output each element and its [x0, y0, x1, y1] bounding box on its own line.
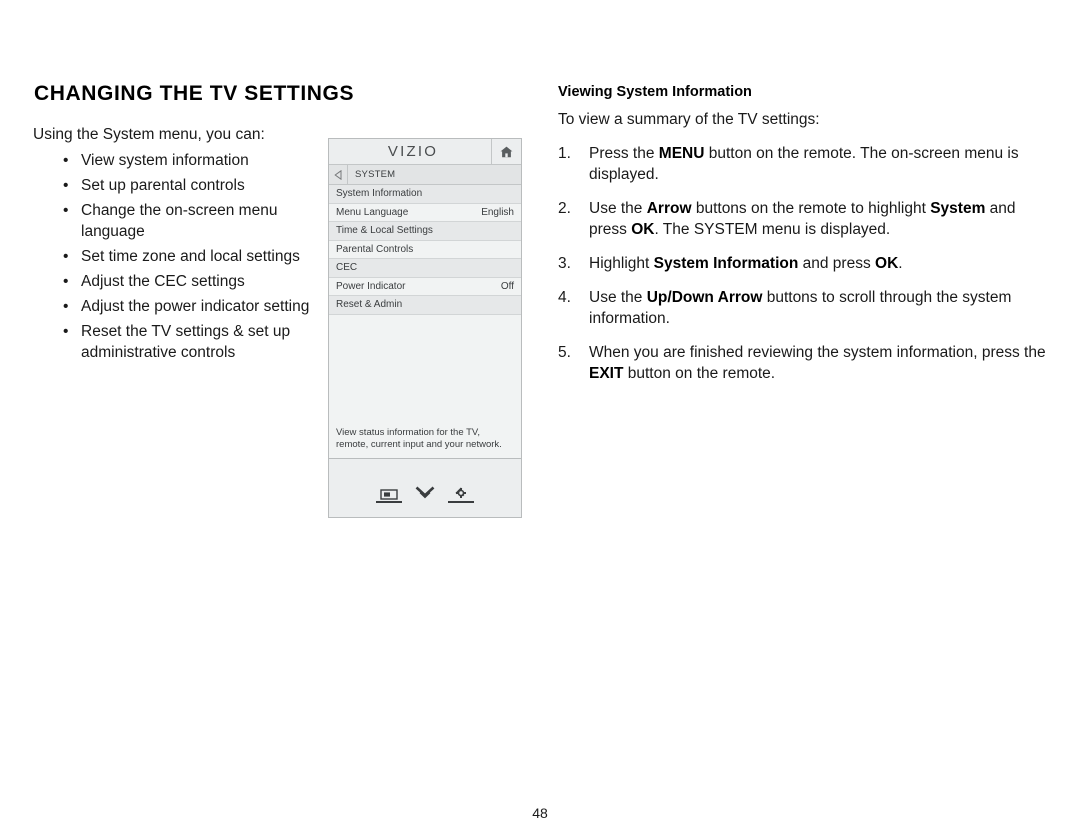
- tv-menu-item[interactable]: CEC: [329, 259, 521, 278]
- right-column: Viewing System Information To view a sum…: [558, 84, 1048, 397]
- step-emphasis: Up/Down Arrow: [646, 289, 763, 306]
- back-button[interactable]: [329, 165, 348, 184]
- tv-menu-item-label: Power Indicator: [336, 280, 406, 292]
- home-icon: [500, 146, 513, 157]
- tv-menu-empty-space: [329, 314, 521, 423]
- bullet-icon: •: [63, 152, 69, 169]
- tv-menu-item[interactable]: Parental Controls: [329, 240, 521, 259]
- list-item-label: Set time zone and local settings: [81, 248, 300, 265]
- step-item: 4. Use the Up/Down Arrow buttons to scrol…: [558, 287, 1048, 329]
- tv-menu-item[interactable]: System Information: [329, 185, 521, 204]
- step-text-run: .: [898, 255, 903, 272]
- step-item: 3. Highlight System Information and press…: [558, 253, 1048, 274]
- list-item: • Reset the TV settings & set up administ…: [33, 321, 315, 363]
- list-item: • Adjust the power indicator setting: [33, 296, 315, 317]
- list-item-label: Adjust the power indicator setting: [81, 298, 310, 315]
- step-text: When you are finished reviewing the syst…: [589, 344, 1046, 382]
- list-item: • Change the on-screen menu language: [33, 200, 315, 242]
- step-emphasis: OK: [631, 221, 655, 238]
- tv-menu-item-label: System Information: [336, 188, 423, 200]
- list-item-label: Set up parental controls: [81, 177, 245, 194]
- tv-menu-item-value: Off: [500, 280, 514, 292]
- gear-icon: [455, 486, 466, 498]
- list-item-label: Change the on-screen menu language: [81, 202, 278, 240]
- step-text-run: Use the: [589, 289, 647, 306]
- chevron-double-down-icon: [415, 486, 435, 498]
- step-text: Highlight System Information and press O…: [589, 255, 903, 272]
- list-item-label: View system information: [81, 152, 249, 169]
- tv-menu-breadcrumb: SYSTEM: [329, 165, 521, 185]
- tv-menu-footer-icons: [329, 458, 521, 513]
- bullet-icon: •: [63, 177, 69, 194]
- numbered-step-list: 1. Press the MENU button on the remote. T…: [558, 143, 1048, 384]
- tv-menu-item-label: Menu Language: [336, 206, 409, 218]
- tv-menu-item-label: Parental Controls: [336, 243, 414, 255]
- display-icon-group[interactable]: [376, 488, 402, 503]
- list-item-label: Adjust the CEC settings: [81, 273, 245, 290]
- section-heading: Viewing System Information: [558, 84, 752, 100]
- list-item-label: Reset the TV settings & set up administr…: [81, 323, 291, 361]
- step-item: 1. Press the MENU button on the remote. T…: [558, 143, 1048, 185]
- back-arrow-icon: [333, 169, 341, 180]
- left-column: Using the System menu, you can: • View sy…: [33, 124, 315, 367]
- step-number: 1.: [558, 145, 571, 162]
- step-emphasis: OK: [875, 255, 899, 272]
- step-text-run: When you are finished reviewing the syst…: [589, 344, 1046, 361]
- step-text-run: . The SYSTEM menu is displayed.: [654, 221, 891, 238]
- step-item: 2. Use the Arrow buttons on the remote to…: [558, 198, 1048, 240]
- step-text: Use the Up/Down Arrow buttons to scroll …: [589, 289, 1011, 327]
- bullet-icon: •: [63, 202, 69, 219]
- gear-icon-group[interactable]: [448, 486, 474, 503]
- section-intro-text: To view a summary of the TV settings:: [558, 111, 820, 128]
- tv-menu-item-label: Time & Local Settings: [336, 225, 433, 237]
- list-item: • Set time zone and local settings: [33, 246, 315, 267]
- tv-menu-item-label: CEC: [336, 262, 358, 274]
- breadcrumb-label: SYSTEM: [355, 169, 396, 180]
- bullet-icon: •: [63, 248, 69, 265]
- step-text-run: buttons on the remote to highlight: [691, 200, 931, 217]
- step-text-run: and press: [798, 255, 876, 272]
- tv-menu-item[interactable]: Power Indicator Off: [329, 277, 521, 296]
- page-number: 48: [532, 805, 548, 821]
- bullet-icon: •: [63, 273, 69, 290]
- step-text-run: Press the: [589, 145, 659, 162]
- left-intro-text: Using the System menu, you can:: [33, 126, 265, 143]
- step-emphasis: MENU: [658, 145, 705, 162]
- step-emphasis: EXIT: [589, 365, 624, 382]
- display-icon: [380, 488, 398, 500]
- bullet-icon: •: [63, 298, 69, 315]
- step-item: 5. When you are finished reviewing the sy…: [558, 342, 1048, 384]
- step-text-run: Highlight: [589, 255, 654, 272]
- vizio-logo: VIZIO: [387, 143, 439, 160]
- step-number: 5.: [558, 344, 571, 361]
- step-emphasis: Arrow: [646, 200, 692, 217]
- tv-menu-item[interactable]: Menu Language English: [329, 203, 521, 222]
- tv-menu-row-list: System Information Menu Language English Ti…: [329, 185, 521, 315]
- step-text-run: button on the remote.: [623, 365, 776, 382]
- step-number: 3.: [558, 255, 571, 272]
- step-text-run: Use the: [589, 200, 647, 217]
- list-item: • Set up parental controls: [33, 175, 315, 196]
- step-text: Press the MENU button on the remote. The…: [589, 145, 1019, 183]
- chevron-double-down-icon-group[interactable]: [412, 486, 438, 503]
- list-item: • View system information: [33, 150, 315, 171]
- tv-menu-item-value: English: [481, 206, 514, 218]
- bullet-icon: •: [63, 323, 69, 340]
- step-emphasis: System: [930, 200, 986, 217]
- tv-menu-item-label: Reset & Admin: [336, 299, 403, 311]
- page-title: CHANGING THE TV SETTINGS: [34, 82, 355, 105]
- step-emphasis: System Information: [653, 255, 799, 272]
- tv-menu-item[interactable]: Reset & Admin: [329, 296, 521, 315]
- tv-menu-item[interactable]: Time & Local Settings: [329, 222, 521, 241]
- home-button[interactable]: [491, 139, 521, 164]
- step-text: Use the Arrow buttons on the remote to h…: [589, 200, 1016, 238]
- step-number: 4.: [558, 289, 571, 306]
- tv-menu-header: VIZIO: [329, 139, 521, 165]
- tv-menu-description: View status information for the TV, remo…: [329, 422, 521, 459]
- capability-bullet-list: • View system information • Set up parental…: [33, 150, 315, 363]
- list-item: • Adjust the CEC settings: [33, 271, 315, 292]
- step-number: 2.: [558, 200, 571, 217]
- tv-system-menu-panel: VIZIO SYSTEM System Information Menu Lang…: [328, 138, 522, 518]
